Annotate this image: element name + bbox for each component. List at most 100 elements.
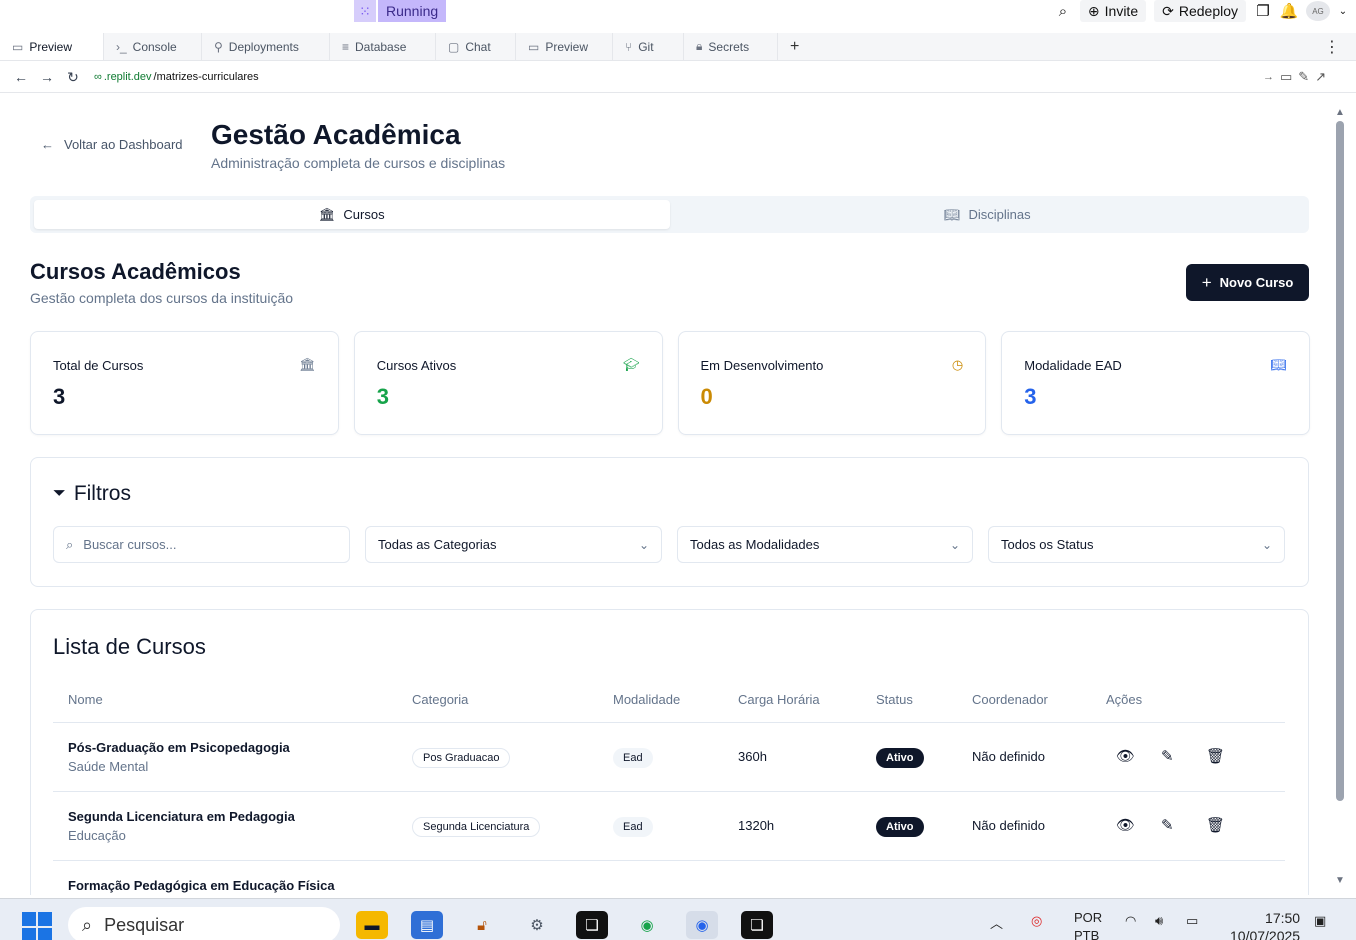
bell-icon[interactable]: 🔔	[1276, 0, 1302, 22]
chevron-down-icon[interactable]: ⌄	[1330, 0, 1356, 22]
search-icon[interactable]: ⌕	[1050, 0, 1076, 22]
notification-icon[interactable]: ▣	[1314, 913, 1326, 929]
chrome-profile-icon[interactable]: ◉	[686, 911, 718, 939]
run-status-button[interactable]: Running	[378, 0, 447, 22]
volume-icon[interactable]: 🔊︎	[1155, 913, 1163, 929]
eye-icon[interactable]: 👁︎	[1116, 747, 1135, 765]
status-badge: Ativo	[876, 817, 924, 837]
deploy-icon: ⚲	[214, 39, 223, 54]
edit-icon[interactable]: ✎	[1161, 747, 1174, 765]
tab-disciplinas-label: Disciplinas	[968, 207, 1031, 222]
categoria-badge: Segunda Licenciatura	[412, 817, 541, 837]
modalidade-select[interactable]: Todas as Modalidades ⌄	[677, 526, 973, 563]
stat-card-desenvolvimento: Em Desenvolvimento ◷ 0	[677, 331, 987, 435]
coordenador: Não definido	[972, 749, 1045, 764]
lang-code: POR	[1074, 910, 1103, 925]
coordenador: Não definido	[972, 818, 1045, 833]
page-scrollbar[interactable]: ▲ ▼	[1333, 107, 1347, 889]
tab-preview-2[interactable]: ▭ Preview	[516, 33, 613, 60]
scroll-down-icon[interactable]: ▼	[1335, 875, 1345, 886]
clock[interactable]: 17:50 10/07/2025	[1230, 909, 1300, 940]
tab-label: Secrets	[708, 39, 750, 54]
more-icon[interactable]: ⋮	[1308, 33, 1356, 60]
course-name: Segunda Licenciatura em Pedagogia	[68, 809, 295, 824]
chrome-icon[interactable]: ◉	[631, 911, 663, 939]
tab-label: Database	[355, 39, 407, 54]
add-tab-button[interactable]: +	[778, 33, 811, 60]
stat-value: 3	[1024, 384, 1037, 409]
search-icon: ⌕	[82, 914, 93, 935]
trash-icon[interactable]: 🗑︎	[1206, 747, 1225, 765]
reload-icon[interactable]: ↻	[60, 69, 86, 86]
devices-icon[interactable]: ▭	[1280, 69, 1292, 85]
wifi-icon[interactable]: ◠	[1125, 913, 1136, 929]
language-indicator[interactable]: POR PTB	[1074, 909, 1102, 940]
course-area: Saúde Mental	[68, 759, 149, 774]
scroll-up-icon[interactable]: ▲	[1335, 107, 1345, 118]
run-grid-icon[interactable]: ⁙	[354, 0, 376, 22]
windows-taskbar: ⌕ Pesquisar ▬ ▤ 🔓︎ ⚙ ❏ ◉ ◉ ❏ ︿ ◎ POR PTB …	[0, 898, 1356, 940]
file-explorer-icon[interactable]: ▬	[356, 911, 388, 939]
book-icon: 📖︎	[1270, 357, 1287, 372]
table-row: Formação Pedagógica em Educação Física	[53, 861, 1285, 895]
tab-preview[interactable]: ▭ Preview	[0, 33, 104, 60]
back-icon[interactable]: ←	[8, 69, 34, 85]
tab-git[interactable]: ⑂ Git	[613, 33, 684, 60]
categoria-select[interactable]: Todas as Categorias ⌄	[365, 526, 662, 563]
chevron-down-icon: ⌄	[638, 537, 649, 552]
trash-icon[interactable]: 🗑︎	[1206, 816, 1225, 834]
app-viewport: ← Voltar ao Dashboard Gestão Acadêmica A…	[8, 95, 1332, 895]
tab-cursos[interactable]: 🏛︎ Cursos	[34, 200, 670, 229]
terminal-app-icon-2[interactable]: ❏	[741, 911, 773, 939]
tab-secrets[interactable]: 🔒︎ Secrets	[684, 33, 778, 60]
tab-label: Git	[638, 39, 654, 54]
stat-value: 3	[376, 384, 389, 409]
tab-console[interactable]: ›_ Console	[104, 33, 202, 60]
copy-icon[interactable]: ❐	[1250, 0, 1276, 22]
avatar[interactable]: AG	[1306, 1, 1330, 21]
battery-icon[interactable]: ▭	[1186, 913, 1198, 929]
forward-icon[interactable]: →	[34, 69, 60, 85]
external-link-icon[interactable]: ↗	[1315, 69, 1326, 85]
search-input[interactable]: ⌕ Buscar cursos...	[53, 526, 350, 563]
search-placeholder: Buscar cursos...	[83, 537, 177, 552]
tab-disciplinas[interactable]: 📖︎ Disciplinas	[670, 200, 1306, 229]
modalidade-badge: Ead	[613, 748, 653, 768]
col-coordenador: Coordenador	[972, 692, 1048, 707]
scroll-thumb[interactable]	[1336, 121, 1344, 801]
course-list-card: Lista de Cursos Nome Categoria Modalidad…	[30, 609, 1309, 895]
url-path: /matrizes-curriculares	[153, 71, 259, 83]
redeploy-button[interactable]: ⟳ Redeploy	[1154, 0, 1246, 22]
go-icon[interactable]: →	[1263, 71, 1274, 83]
new-course-button[interactable]: + Novo Curso	[1186, 264, 1309, 301]
edit-icon[interactable]: ✎	[1161, 816, 1174, 834]
taskbar-search[interactable]: ⌕ Pesquisar	[68, 907, 340, 940]
lock-icon: 🔒︎	[696, 39, 703, 53]
back-to-dashboard-link[interactable]: ← Voltar ao Dashboard	[41, 137, 183, 152]
tab-chat[interactable]: ▢ Chat	[436, 33, 516, 60]
record-icon[interactable]: ◎	[1031, 913, 1042, 929]
col-acoes: Ações	[1106, 692, 1143, 707]
tab-label: Chat	[465, 39, 491, 54]
settings-icon[interactable]: ⚙	[521, 911, 553, 939]
taskbar-search-label: Pesquisar	[104, 914, 185, 935]
wrench-icon[interactable]: ✎	[1298, 69, 1309, 85]
col-categoria: Categoria	[412, 692, 469, 707]
tab-deployments[interactable]: ⚲ Deployments	[202, 33, 330, 60]
tab-database[interactable]: ≡ Database	[330, 33, 436, 60]
chevron-up-icon[interactable]: ︿	[990, 913, 1003, 932]
clock-icon: ◷	[951, 357, 964, 372]
dashboard-app-icon[interactable]: ▤	[411, 911, 443, 939]
url-field[interactable]: ∞ .replit.dev/matrizes-curriculares →	[94, 71, 1274, 83]
tab-cursos-label: Cursos	[343, 207, 385, 222]
start-button[interactable]	[22, 912, 52, 940]
terminal-icon: ›_	[116, 39, 127, 54]
eye-icon[interactable]: 👁︎	[1116, 816, 1135, 834]
tab-label: Preview	[545, 39, 589, 54]
table-row: Pós-Graduação em Psicopedagogia Saúde Me…	[53, 723, 1285, 792]
invite-button[interactable]: ⊕ Invite	[1079, 0, 1147, 22]
security-app-icon[interactable]: 🔓︎	[466, 911, 498, 939]
terminal-app-icon[interactable]: ❏	[576, 911, 608, 939]
building-icon: 🏛︎	[299, 357, 316, 372]
status-select[interactable]: Todos os Status ⌄	[988, 526, 1285, 563]
